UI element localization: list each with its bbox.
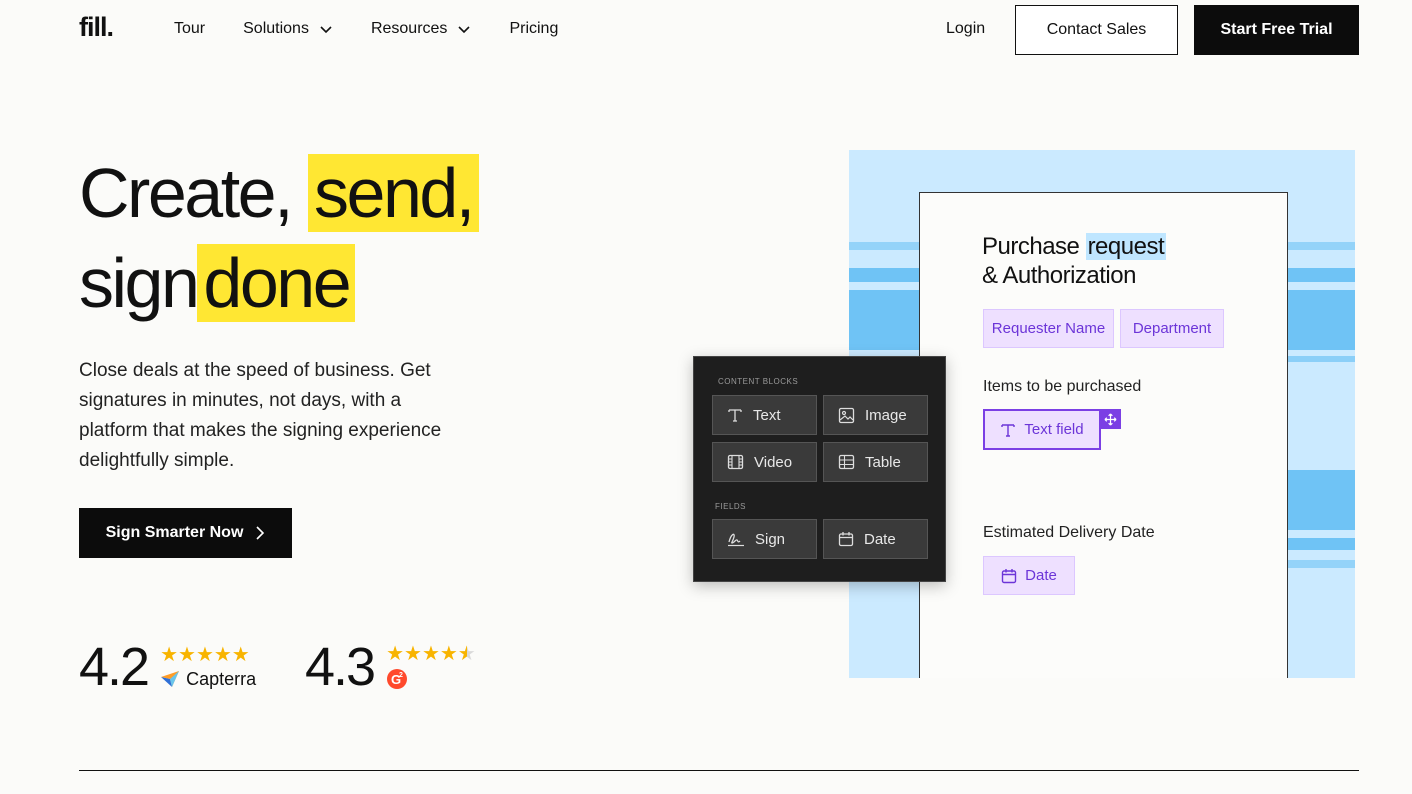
block-image[interactable]: Image (823, 395, 928, 435)
g2-source: G 2 (386, 668, 476, 690)
chevron-down-icon (320, 26, 332, 34)
text-field-block[interactable]: Text field (983, 409, 1101, 450)
field-date-label: Date (864, 530, 896, 548)
block-video[interactable]: Video (712, 442, 817, 482)
calendar-icon (1001, 568, 1017, 583)
chevron-right-icon (256, 526, 265, 540)
g2-full-stars: ★★★★ (386, 643, 458, 665)
delivery-date-label: Estimated Delivery Date (983, 524, 1155, 541)
sign-smarter-now-button[interactable]: Sign Smarter Now (79, 508, 292, 558)
capterra-label: Capterra (186, 668, 257, 689)
hero-word-create: Create, (79, 154, 294, 232)
content-blocks-heading: CONTENT BLOCKS (718, 377, 799, 386)
hero-line-1: Create, send, (79, 148, 479, 238)
capterra-source: Capterra (160, 669, 256, 690)
move-icon[interactable] (1100, 409, 1121, 429)
block-text-label: Text (753, 406, 781, 424)
document-title: Purchase request & Authorization (982, 232, 1167, 290)
move-arrows-icon (1104, 413, 1117, 425)
signature-icon (728, 533, 744, 547)
requester-name-field[interactable]: Requester Name (983, 309, 1114, 348)
doc-title-word: Purchase (982, 233, 1080, 260)
block-table-label: Table (865, 453, 901, 471)
hero-word-done: done (197, 244, 356, 322)
login-link[interactable]: Login (946, 20, 985, 38)
nav-pricing-label: Pricing (509, 20, 559, 37)
nav-resources-label: Resources (370, 20, 448, 37)
capterra-rating: 4.2 ★★★★★ Capterra (79, 636, 256, 698)
hero-title: Create, send, signdone (79, 148, 479, 328)
date-chip-label: Date (1025, 567, 1057, 584)
content-blocks-panel: CONTENT BLOCKS Text Image Video Table FI… (693, 356, 946, 582)
nav-tour-label: Tour (174, 20, 206, 37)
block-table[interactable]: Table (823, 442, 928, 482)
hero-word-send: send, (308, 154, 479, 232)
g2-logo-icon: G 2 (387, 669, 408, 689)
date-field-block[interactable]: Date (983, 556, 1075, 595)
field-sign-label: Sign (755, 530, 786, 548)
block-text[interactable]: Text (712, 395, 817, 435)
nav-links: Tour Solutions Resources Pricing (174, 20, 596, 38)
section-divider (79, 770, 1359, 771)
star-rating-icon: ★★★★★ (160, 643, 250, 666)
hero-description: Close deals at the speed of business. Ge… (79, 360, 442, 471)
hero-line-2: signdone (79, 238, 479, 328)
capterra-score: 4.2 (79, 637, 150, 697)
svg-text:2: 2 (399, 672, 403, 679)
video-icon (727, 454, 744, 470)
text-icon (1001, 423, 1016, 437)
g2-rating: 4.3 ★★★★★ G 2 (305, 636, 476, 698)
capterra-meta: ★★★★★ Capterra (160, 645, 256, 690)
half-star-icon: ★ (457, 643, 476, 665)
department-field[interactable]: Department (1120, 309, 1224, 348)
calendar-icon (838, 532, 854, 547)
text-icon (728, 409, 742, 422)
capterra-logo-icon (161, 671, 180, 687)
g2-score: 4.3 (305, 637, 376, 697)
doc-title-line-2: & Authorization (982, 262, 1136, 289)
nav-tour[interactable]: Tour (174, 20, 205, 38)
star-rating-icon: ★★★★★ (386, 644, 476, 664)
g2-meta: ★★★★★ G 2 (386, 644, 476, 690)
fields-heading: FIELDS (715, 502, 747, 511)
hero-word-sign: sign (79, 244, 200, 322)
nav-pricing[interactable]: Pricing (509, 20, 558, 38)
field-sign[interactable]: Sign (712, 519, 817, 559)
nav-solutions[interactable]: Solutions (243, 20, 333, 38)
start-free-trial-button[interactable]: Start Free Trial (1194, 5, 1359, 55)
field-date[interactable]: Date (823, 519, 928, 559)
image-icon (838, 407, 855, 423)
text-field-label: Text field (1024, 421, 1084, 438)
items-label: Items to be purchased (983, 378, 1142, 395)
cta-label: Sign Smarter Now (105, 524, 244, 541)
block-image-label: Image (865, 406, 907, 424)
chevron-down-icon (458, 26, 471, 34)
doc-title-highlight: request (1085, 233, 1167, 260)
block-video-label: Video (754, 453, 793, 471)
nav-resources[interactable]: Resources (371, 20, 471, 38)
fill-logo[interactable]: fill. (79, 12, 114, 43)
top-nav: fill. Tour Solutions Resources Pricing L… (0, 0, 1412, 62)
table-icon (838, 454, 855, 470)
nav-solutions-label: Solutions (243, 20, 309, 37)
contact-sales-button[interactable]: Contact Sales (1015, 5, 1178, 55)
